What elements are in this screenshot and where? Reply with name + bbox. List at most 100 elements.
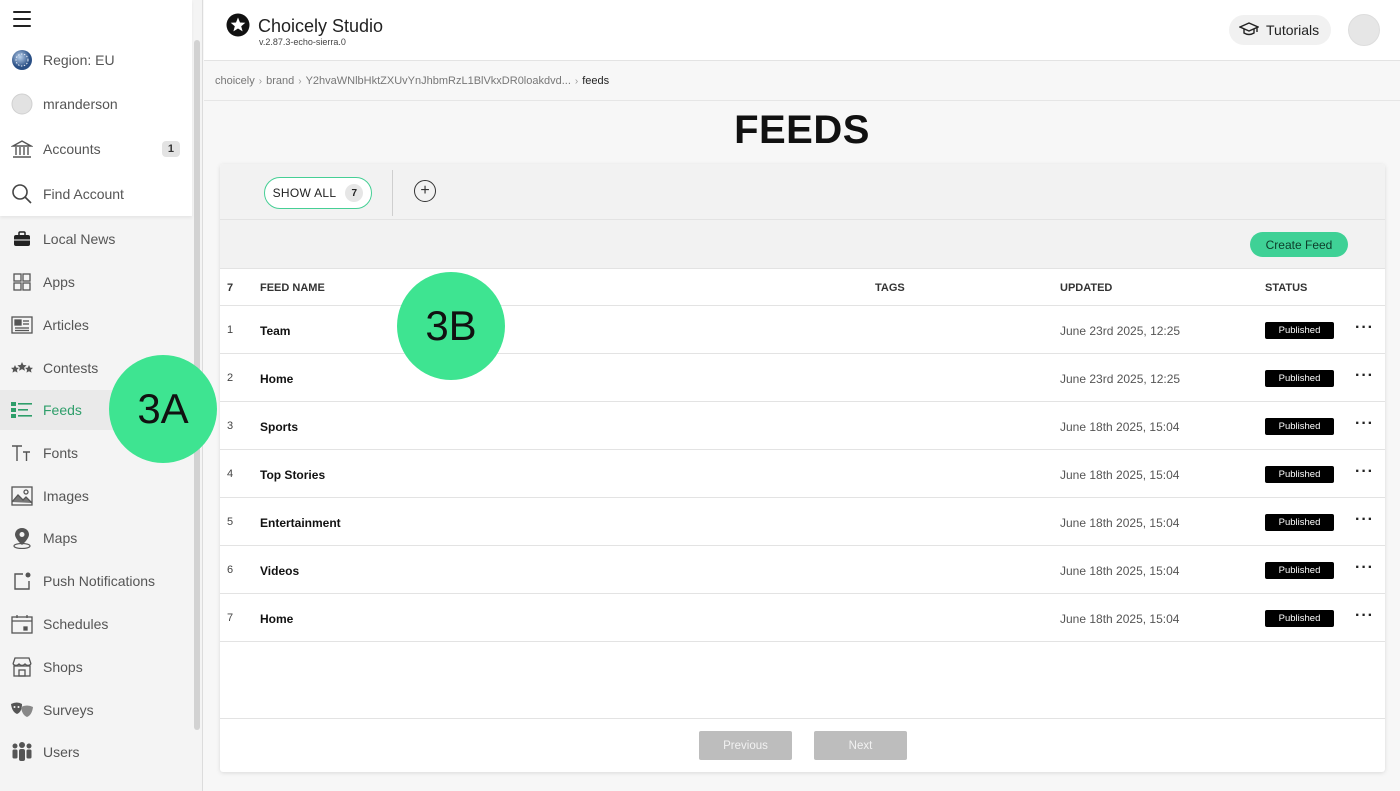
table-row[interactable]: 7 Home June 18th 2025, 15:04 Published ·… (220, 594, 1385, 642)
calendar-icon (10, 612, 34, 636)
column-header-name[interactable]: FEED NAME (260, 282, 325, 294)
row-number: 2 (227, 372, 234, 384)
add-tab-button[interactable]: + (414, 180, 436, 202)
sidebar-item-user[interactable]: mranderson (0, 84, 192, 124)
feed-name[interactable]: Entertainment (260, 516, 341, 530)
sidebar-item-label: Users (43, 744, 80, 760)
more-options-icon[interactable]: ··· (1355, 415, 1374, 433)
more-options-icon[interactable]: ··· (1355, 463, 1374, 481)
user-avatar[interactable] (1348, 14, 1380, 46)
sidebar-item-find-account[interactable]: Find Account (0, 174, 192, 214)
table-row[interactable]: 1 Team June 23rd 2025, 12:25 Published ·… (220, 306, 1385, 354)
sidebar-item-label: Region: EU (43, 52, 115, 68)
page-title: FEEDS (734, 108, 870, 152)
sidebar-item-push-notifications[interactable]: Push Notifications (0, 561, 192, 601)
article-icon (10, 313, 34, 337)
tutorials-button[interactable]: Tutorials (1229, 15, 1332, 45)
status-badge: Published (1265, 610, 1334, 627)
row-count: 7 (227, 282, 234, 294)
top-header: Choicely Studio v.2.87.3-echo-sierra.0 T… (204, 0, 1400, 61)
divider (204, 100, 1400, 101)
sidebar-item-label: Shops (43, 659, 83, 675)
feeds-card: SHOW ALL 7 + Create Feed 7 FEED NAME TAG… (220, 164, 1385, 772)
sidebar-item-label: Apps (43, 274, 75, 290)
divider (392, 170, 393, 216)
globe-icon (10, 48, 34, 72)
sidebar-item-images[interactable]: Images (0, 476, 192, 516)
sidebar-item-schedules[interactable]: Schedules (0, 604, 192, 644)
table-row[interactable]: 3 Sports June 18th 2025, 15:04 Published… (220, 402, 1385, 450)
bank-icon (10, 137, 34, 161)
breadcrumb-item[interactable]: brand (266, 75, 294, 87)
sidebar-item-maps[interactable]: Maps (0, 518, 192, 558)
more-options-icon[interactable]: ··· (1355, 511, 1374, 529)
app-title: Choicely Studio (258, 16, 384, 36)
column-header-tags[interactable]: TAGS (875, 282, 905, 294)
column-header-status[interactable]: STATUS (1265, 282, 1307, 294)
more-options-icon[interactable]: ··· (1355, 367, 1374, 385)
action-bar: Create Feed (220, 220, 1385, 269)
tab-show-all[interactable]: SHOW ALL 7 (264, 177, 372, 209)
table-row[interactable]: 2 Home June 23rd 2025, 12:25 Published ·… (220, 354, 1385, 402)
tab-count-badge: 7 (345, 184, 364, 202)
table-row[interactable]: 5 Entertainment June 18th 2025, 15:04 Pu… (220, 498, 1385, 546)
more-options-icon[interactable]: ··· (1355, 607, 1374, 625)
sidebar-item-label: Schedules (43, 616, 109, 632)
chevron-right-icon: › (298, 75, 302, 87)
table-header: 7 FEED NAME TAGS UPDATED STATUS (220, 269, 1385, 306)
app-version: v.2.87.3-echo-sierra.0 (259, 37, 346, 47)
sidebar-item-label: Contests (43, 360, 99, 376)
sidebar-item-apps[interactable]: Apps (0, 262, 192, 302)
updated-date: June 23rd 2025, 12:25 (1060, 324, 1181, 338)
sidebar-item-local-news[interactable]: Local News (0, 219, 192, 259)
status-badge: Published (1265, 418, 1334, 435)
breadcrumb-item[interactable]: choicely (215, 75, 255, 87)
next-page-button[interactable]: Next (814, 731, 907, 760)
image-icon (10, 484, 34, 508)
sidebar-item-label: Maps (43, 530, 78, 546)
search-icon (10, 182, 34, 206)
feed-name[interactable]: Team (260, 324, 290, 338)
tab-label: SHOW ALL (272, 186, 337, 200)
sidebar-item-articles[interactable]: Articles (0, 305, 192, 345)
sidebar-item-users[interactable]: Users (0, 732, 192, 772)
tutorials-label: Tutorials (1266, 22, 1320, 38)
feed-name[interactable]: Home (260, 372, 293, 386)
map-pin-icon (10, 526, 34, 550)
feed-name[interactable]: Sports (260, 420, 298, 434)
annotation-marker-3a: 3A (109, 355, 217, 463)
updated-date: June 23rd 2025, 12:25 (1060, 372, 1181, 386)
sidebar-item-surveys[interactable]: Surveys (0, 690, 192, 730)
sidebar-item-region[interactable]: Region: EU (0, 40, 192, 80)
stars-icon (10, 356, 34, 380)
status-badge: Published (1265, 322, 1334, 339)
menu-icon[interactable] (13, 11, 31, 27)
sidebar-item-label: Find Account (43, 186, 124, 202)
feed-name[interactable]: Top Stories (260, 468, 325, 482)
table-row[interactable]: 4 Top Stories June 18th 2025, 15:04 Publ… (220, 450, 1385, 498)
row-number: 4 (227, 468, 234, 480)
more-options-icon[interactable]: ··· (1355, 559, 1374, 577)
updated-date: June 18th 2025, 15:04 (1060, 564, 1180, 578)
more-options-icon[interactable]: ··· (1355, 319, 1374, 337)
sidebar-item-accounts[interactable]: Accounts 1 (0, 129, 192, 169)
sidebar-item-label: Images (43, 488, 89, 504)
sidebar-item-label: Fonts (43, 445, 79, 461)
feed-name[interactable]: Videos (260, 564, 299, 578)
previous-page-button[interactable]: Previous (699, 731, 792, 760)
tab-bar: SHOW ALL 7 + (220, 164, 1385, 220)
chevron-right-icon: › (574, 75, 579, 87)
sidebar-item-label: Feeds (43, 402, 82, 418)
sidebar-item-shops[interactable]: Shops (0, 647, 192, 687)
row-number: 6 (227, 564, 234, 576)
column-header-updated[interactable]: UPDATED (1060, 282, 1112, 294)
table-row[interactable]: 6 Videos June 18th 2025, 15:04 Published… (220, 546, 1385, 594)
accounts-count-badge: 1 (161, 141, 180, 157)
status-badge: Published (1265, 466, 1334, 483)
sidebar-account-section: Region: EU mranderson Accounts 1 Find Ac… (0, 0, 192, 216)
notification-icon (10, 569, 34, 593)
status-badge: Published (1265, 370, 1334, 387)
create-feed-button[interactable]: Create Feed (1250, 232, 1348, 257)
breadcrumb-item[interactable]: Y2hvaWNlbHktZXUvYnJhbmRzL1BlVkxDR0loakdv… (306, 75, 571, 87)
feed-name[interactable]: Home (260, 612, 293, 626)
